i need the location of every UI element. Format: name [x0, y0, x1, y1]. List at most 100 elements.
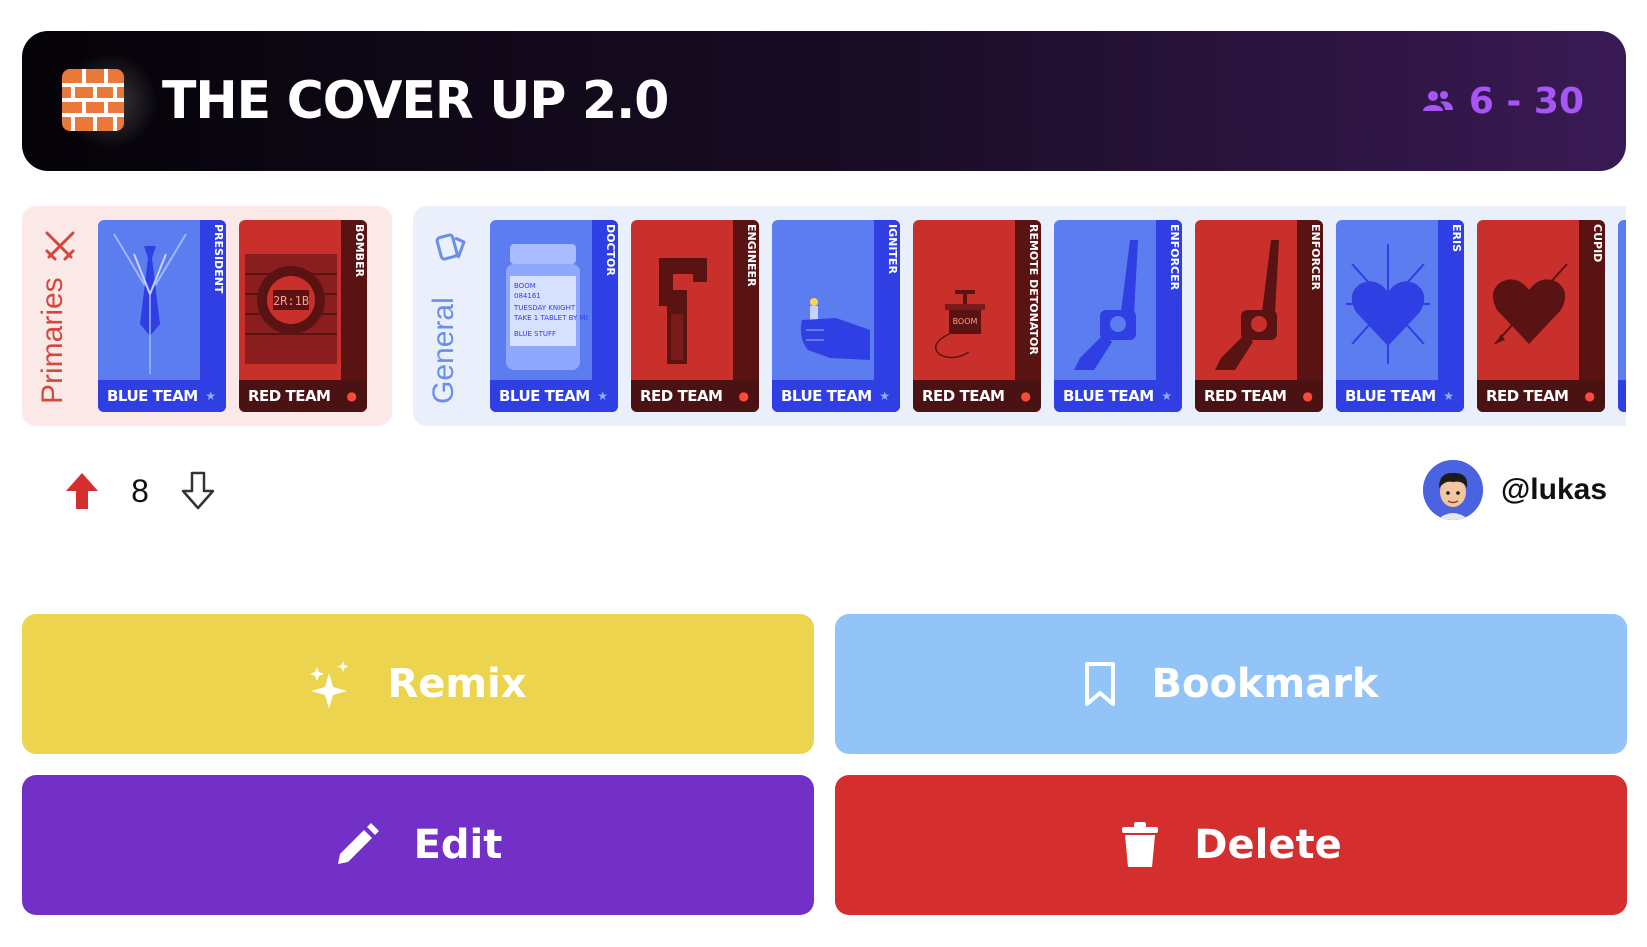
card-team-bar: BLUE TEAM ★ [1336, 380, 1464, 412]
card-team-bar: RED TEAM ● [631, 380, 759, 412]
vote-count: 8 [131, 472, 149, 509]
remix-button[interactable]: Remix [22, 614, 814, 754]
card-role: ENGINEER [745, 224, 758, 287]
heart-arrow-art [1492, 263, 1568, 345]
card-igniter[interactable]: IGNITER BLUE TEAM ★ [772, 220, 900, 412]
svg-text:TUESDAY KNIGHT: TUESDAY KNIGHT [513, 304, 576, 312]
general-label: General [427, 297, 460, 404]
card-team: BLUE TEAM [781, 387, 872, 405]
star-icon: ★ [879, 389, 890, 403]
card-team-bar: RED TEAM ● [239, 380, 367, 412]
star-icon: ★ [1161, 389, 1172, 403]
card-team: RED TEAM [1486, 387, 1569, 405]
card-engineer[interactable]: ENGINEER RED TEAM ● [631, 220, 759, 412]
card-cupid[interactable]: CUPID RED TEAM ● [1477, 220, 1605, 412]
player-range: 6 - 30 [1422, 75, 1584, 127]
bomb-icon: ● [738, 389, 749, 403]
card-team: BLUE TEAM [1345, 387, 1436, 405]
detonator-art: BOOM [934, 290, 985, 359]
bomb-icon: ● [1584, 389, 1595, 403]
primaries-label: Primaries [36, 277, 69, 404]
author[interactable]: @lukas [1423, 460, 1607, 520]
author-handle: @lukas [1501, 473, 1607, 506]
bookmark-label: Bookmark [1151, 661, 1379, 707]
players-icon [1422, 91, 1453, 111]
pill-bottle-art: BOOM 084161 TUESDAY KNIGHT TAKE 1 TABLET… [506, 244, 588, 370]
primaries-cards: PRESIDENT BLUE TEAM ★ 2R:1B BOMBER RED T… [98, 220, 367, 412]
bookmark-icon [1085, 662, 1116, 706]
card-team-bar: BLUE TEAM ★ [490, 380, 618, 412]
card-team: RED TEAM [248, 387, 331, 405]
card-team: BLUE TEAM [1063, 387, 1154, 405]
card-remote-detonator[interactable]: BOOM REMOTE DETONATOR RED TEAM ● [913, 220, 1041, 412]
general-label-column: General [413, 206, 475, 426]
card-team: RED TEAM [922, 387, 1005, 405]
card-team-bar: RED TEAM ● [1477, 380, 1605, 412]
delete-label: Delete [1194, 822, 1342, 868]
card-team: RED TEAM [640, 387, 723, 405]
card-eris[interactable]: ERIS BLUE TEAM ★ [1336, 220, 1464, 412]
delete-button[interactable]: Delete [835, 775, 1627, 915]
card-team-bar: RED TEAM ● [913, 380, 1041, 412]
card-role: IGNITER [886, 224, 899, 274]
card-role: ERIS [1450, 224, 1463, 252]
pencil-icon [337, 823, 379, 864]
trash-icon [1122, 822, 1159, 867]
card-team: BLUE TEAM [499, 387, 590, 405]
bomb-icon: ● [346, 389, 357, 403]
svg-text:TAKE 1 TABLET BY MOUTH: TAKE 1 TABLET BY MOUTH [513, 314, 588, 322]
card-doctor[interactable]: BOOM 084161 TUESDAY KNIGHT TAKE 1 TABLET… [490, 220, 618, 412]
card-team-bar: RED TEAM ● [1195, 380, 1323, 412]
heart-arrows-art [1346, 244, 1430, 364]
general-cards: BOOM 084161 TUESDAY KNIGHT TAKE 1 TABLET… [490, 220, 1626, 412]
revolver-art [1215, 240, 1279, 370]
card-role: REMOTE DETONATOR [1027, 224, 1040, 355]
wrench-art [659, 258, 707, 364]
card-role: ENFORCER [1309, 224, 1322, 291]
player-range-text: 6 - 30 [1468, 80, 1584, 122]
avatar-icon [1423, 460, 1484, 520]
general-group: General BOOM 084161 TUESDAY KNIGHT TAKE … [413, 206, 1626, 426]
card-role: BOMBER [353, 224, 366, 278]
card-bomber[interactable]: 2R:1B BOMBER RED TEAM ● [239, 220, 367, 412]
primaries-label-column: Primaries [22, 206, 84, 426]
cards-icon [435, 233, 466, 261]
card-enforcer-blue[interactable]: ENFORCER BLUE TEAM ★ [1054, 220, 1182, 412]
card-team-bar: BLUE TEAM ★ [772, 380, 900, 412]
remix-label: Remix [387, 661, 527, 707]
card-team: RED TEAM [1204, 387, 1287, 405]
crossed-swords-icon [45, 231, 75, 261]
svg-text:084161: 084161 [514, 292, 541, 300]
sparkles-icon [310, 661, 349, 709]
star-icon: ★ [205, 389, 216, 403]
card-team-bar: BLUE TEAM ★ [1054, 380, 1182, 412]
arrow-up-filled-icon[interactable] [64, 471, 100, 511]
edit-button[interactable]: Edit [22, 775, 814, 915]
game-header: THE COVER UP 2.0 6 - 30 [22, 31, 1626, 171]
card-partial[interactable] [1618, 220, 1626, 412]
card-president[interactable]: PRESIDENT BLUE TEAM ★ [98, 220, 226, 412]
arrow-down-outline-icon[interactable] [180, 471, 216, 511]
card-role: DOCTOR [604, 224, 617, 276]
svg-text:BOOM: BOOM [514, 282, 536, 290]
bookmark-button[interactable]: Bookmark [835, 614, 1627, 754]
card-team-bar [1618, 380, 1626, 412]
card-role: ENFORCER [1168, 224, 1181, 291]
svg-text:2R:1B: 2R:1B [273, 294, 309, 308]
svg-text:BOOM: BOOM [953, 317, 978, 326]
card-team: BLUE TEAM [107, 387, 198, 405]
brick-wall-icon [62, 69, 124, 131]
bomb-icon: ● [1302, 389, 1313, 403]
suit-tie-art [113, 234, 187, 374]
card-team-bar: BLUE TEAM ★ [98, 380, 226, 412]
edit-label: Edit [413, 822, 503, 868]
star-icon: ★ [597, 389, 608, 403]
primaries-group: Primaries PRESIDENT BLUE TEAM ★ 2R:1B BO… [22, 206, 392, 426]
bomb-icon: ● [1020, 389, 1031, 403]
card-role: CUPID [1591, 224, 1604, 263]
vote-controls: 8 [64, 470, 216, 512]
card-role: PRESIDENT [212, 224, 225, 294]
timer-bomb-art: 2R:1B [245, 254, 337, 364]
lighter-hand-art [800, 298, 870, 360]
card-enforcer-red[interactable]: ENFORCER RED TEAM ● [1195, 220, 1323, 412]
